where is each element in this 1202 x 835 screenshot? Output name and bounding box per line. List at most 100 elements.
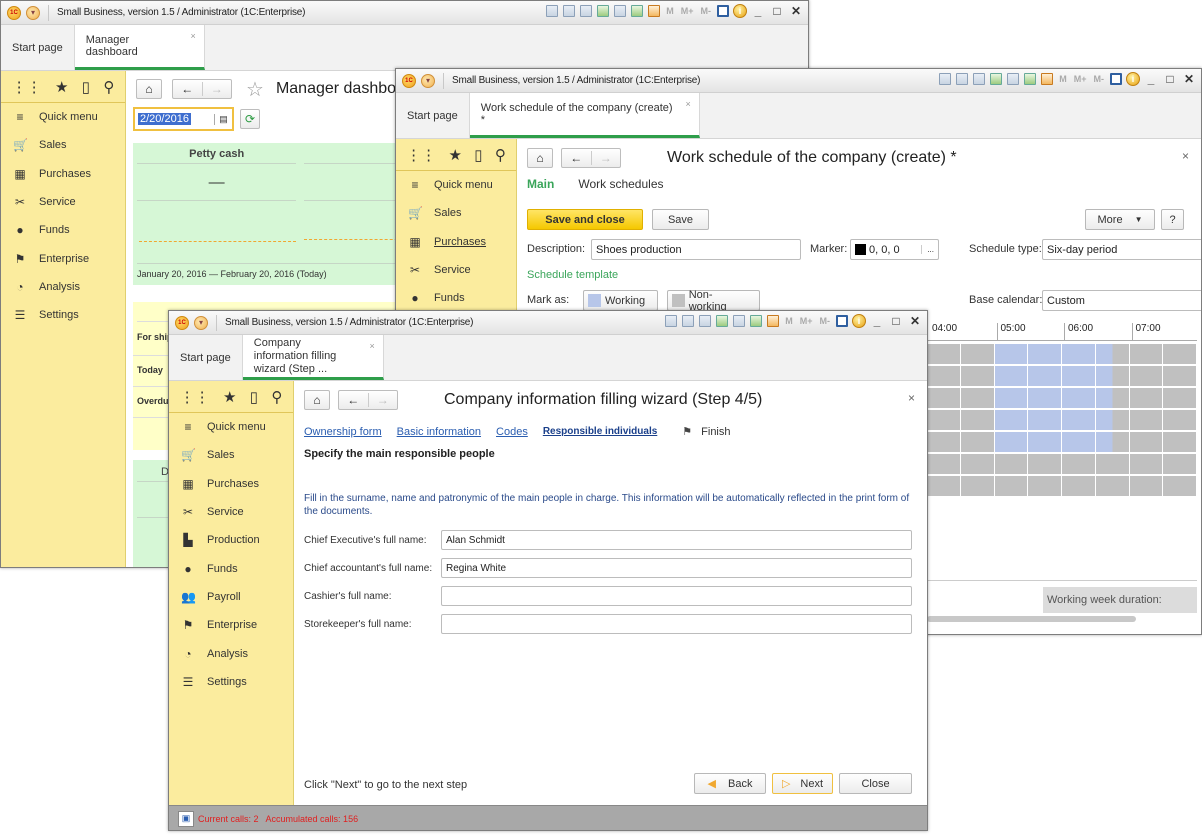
home-button[interactable]: ⌂ — [136, 79, 162, 99]
schedule-cell[interactable] — [994, 454, 1028, 474]
tab-start-page[interactable]: Start page — [1, 25, 75, 70]
schedule-cell[interactable] — [1062, 476, 1095, 496]
schedule-cell[interactable] — [1095, 410, 1129, 430]
tab-start-page[interactable]: Start page — [169, 335, 243, 380]
print-icon[interactable] — [955, 72, 969, 86]
sidebar-item-purchases[interactable]: ▦ Purchases — [169, 470, 293, 498]
sidebar-item-production[interactable]: ▙ Production — [169, 526, 293, 554]
main-menu-icon[interactable]: ▾ — [194, 315, 208, 330]
save-button[interactable]: Save — [652, 209, 709, 230]
calendar-icon[interactable] — [1040, 72, 1054, 86]
full-name-input[interactable] — [441, 614, 912, 634]
history-icon[interactable]: ▯ — [82, 78, 90, 96]
schedule-cell[interactable] — [1028, 476, 1061, 496]
schedule-cell[interactable] — [1095, 476, 1129, 496]
schedule-cell[interactable] — [960, 410, 994, 430]
sidebar-item-enterprise[interactable]: ⚑ Enterprise — [169, 611, 293, 639]
main-menu-icon[interactable]: ▾ — [421, 73, 435, 88]
tab-company-wizard[interactable]: Company information filling wizard (Step… — [242, 335, 384, 380]
calculator-icon[interactable] — [1023, 72, 1037, 86]
schedule-cell[interactable] — [1163, 388, 1196, 408]
memory-plus-button[interactable]: M+ — [1072, 72, 1089, 86]
sidebar-item-service[interactable]: ✂ Service — [1, 188, 125, 216]
sidebar-item-analysis[interactable]: ◔ Analysis — [169, 639, 293, 667]
schedule-cell[interactable] — [994, 432, 1028, 452]
schedule-cell[interactable] — [994, 388, 1028, 408]
sidebar-item-settings[interactable]: ☰ Settings — [169, 668, 293, 696]
sidebar-item-enterprise[interactable]: ⚑ Enterprise — [1, 244, 125, 272]
sidebar-item-purchases[interactable]: ▦ Purchases — [1, 160, 125, 188]
schedule-cell[interactable] — [1062, 366, 1095, 386]
server-calls-icon[interactable]: ▣ — [178, 810, 194, 827]
full-name-input[interactable] — [441, 586, 912, 606]
refresh-button[interactable]: ⟳ — [240, 109, 260, 129]
print-icon[interactable] — [562, 4, 576, 18]
add-favorite-icon[interactable] — [989, 72, 1003, 86]
step-responsible-individuals[interactable]: Responsible individuals — [543, 426, 657, 437]
schedule-cell[interactable] — [960, 366, 994, 386]
tab-close-icon[interactable]: × — [370, 341, 375, 351]
schedule-cell[interactable] — [1129, 410, 1163, 430]
schedule-cell[interactable] — [1062, 432, 1095, 452]
maximize-button[interactable]: □ — [1162, 72, 1178, 86]
close-window-button[interactable]: ✕ — [788, 4, 804, 18]
memory-m-button[interactable]: M — [664, 4, 676, 18]
schedule-cell[interactable] — [1062, 454, 1095, 474]
schedule-cell[interactable] — [1129, 454, 1163, 474]
schedule-cell[interactable] — [1163, 366, 1196, 386]
schedule-cell[interactable] — [1129, 432, 1163, 452]
favorites-star-icon[interactable]: ★ — [223, 388, 236, 406]
search-icon[interactable]: ⚲ — [271, 388, 282, 406]
calculator-icon[interactable] — [749, 314, 763, 328]
main-menu-icon[interactable]: ▾ — [26, 5, 40, 20]
panels-icon[interactable] — [1109, 72, 1123, 86]
schedule-cell[interactable] — [927, 432, 960, 452]
home-button[interactable]: ⌂ — [304, 390, 330, 410]
sidebar-item-quick-menu[interactable]: ≡ Quick menu — [1, 103, 125, 131]
full-name-input[interactable]: Regina White — [441, 558, 912, 578]
close-window-button[interactable]: ✕ — [907, 314, 923, 328]
favorites-icon[interactable] — [1006, 72, 1020, 86]
sidebar-item-sales[interactable]: 🛒 Sales — [169, 441, 293, 469]
mark-working-button[interactable]: Working — [583, 290, 658, 311]
forward-arrow-icon[interactable]: → — [590, 151, 621, 165]
memory-m-button[interactable]: M — [1057, 72, 1069, 86]
calendar-picker-icon[interactable]: ▤ — [214, 113, 232, 125]
sidebar-item-analysis[interactable]: ◔ Analysis — [1, 273, 125, 301]
favorites-icon[interactable] — [613, 4, 627, 18]
search-icon[interactable]: ⚲ — [103, 78, 114, 96]
sidebar-item-funds[interactable]: ● Funds — [396, 284, 516, 312]
schedule-cell[interactable] — [1095, 454, 1129, 474]
maximize-button[interactable]: □ — [888, 314, 904, 328]
memory-plus-button[interactable]: M+ — [679, 4, 696, 18]
forward-arrow-icon[interactable]: → — [367, 393, 398, 407]
info-icon[interactable]: i — [1126, 72, 1140, 86]
back-button[interactable]: ◀ Back — [694, 773, 766, 794]
memory-m-button[interactable]: M — [783, 314, 795, 328]
memory-plus-button[interactable]: M+ — [798, 314, 815, 328]
schedule-cell[interactable] — [1095, 432, 1129, 452]
schedule-cell[interactable] — [994, 344, 1028, 364]
back-arrow-icon[interactable]: ← — [173, 82, 202, 96]
schedule-cell[interactable] — [960, 344, 994, 364]
sidebar-item-funds[interactable]: ● Funds — [169, 554, 293, 582]
add-favorite-icon[interactable] — [715, 314, 729, 328]
save-icon[interactable] — [938, 72, 952, 86]
panels-icon[interactable] — [835, 314, 849, 328]
schedule-cell[interactable] — [927, 476, 960, 496]
minimize-button[interactable]: _ — [750, 4, 766, 18]
close-window-button[interactable]: ✕ — [1181, 72, 1197, 86]
save-and-close-button[interactable]: Save and close — [527, 209, 643, 230]
schedule-cell[interactable] — [960, 476, 994, 496]
schedule-cell[interactable] — [994, 410, 1028, 430]
step-ownership-form[interactable]: Ownership form — [304, 426, 382, 438]
schedule-cell[interactable] — [927, 344, 960, 364]
forward-arrow-icon[interactable]: → — [201, 82, 232, 96]
step-codes[interactable]: Codes — [496, 426, 528, 438]
tab-manager-dashboard[interactable]: Manager dashboard × — [74, 25, 205, 70]
back-arrow-icon[interactable]: ← — [562, 151, 591, 165]
home-button[interactable]: ⌂ — [527, 148, 553, 168]
info-icon[interactable]: i — [733, 4, 747, 18]
schedule-cell[interactable] — [1062, 344, 1095, 364]
calculator-icon[interactable] — [630, 4, 644, 18]
